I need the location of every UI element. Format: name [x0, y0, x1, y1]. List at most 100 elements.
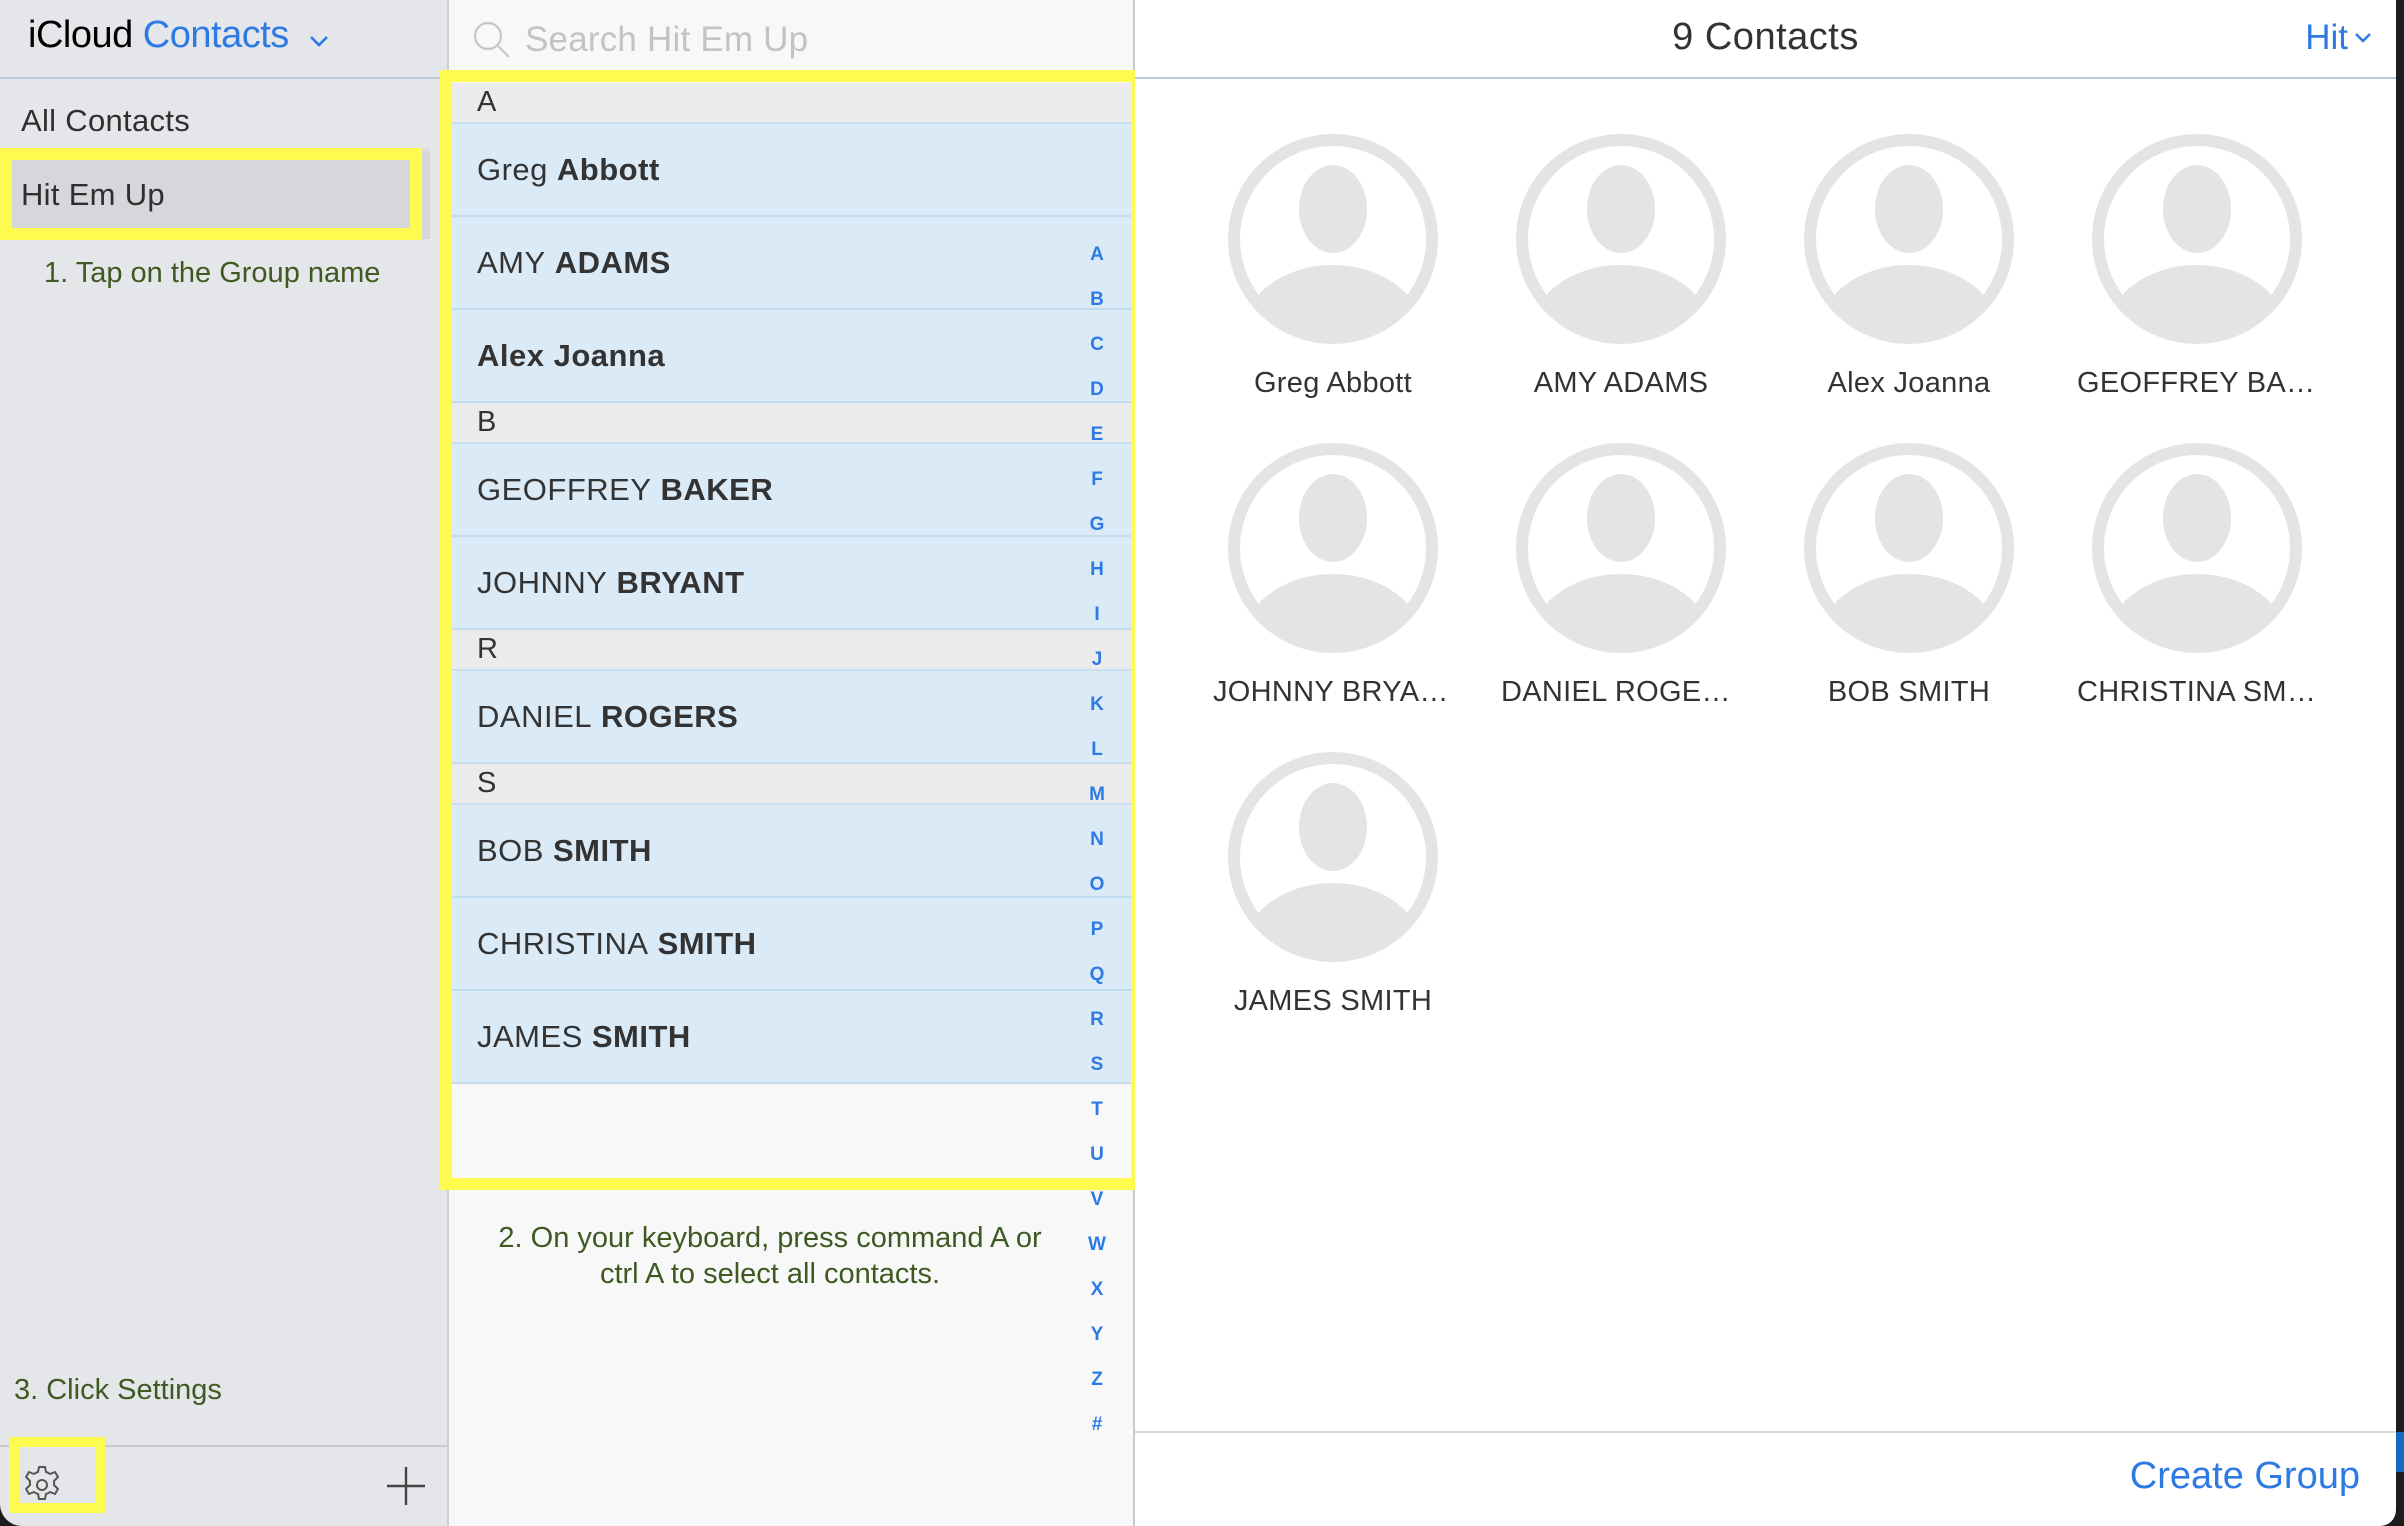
section-header: S [449, 764, 1133, 805]
index-letter[interactable]: P [1082, 907, 1112, 952]
contact-card[interactable]: Alex Joanna [1789, 133, 2029, 400]
contact-first-name: JAMES [477, 1018, 583, 1054]
sidebar-item-label: Hit Em Up [21, 177, 165, 212]
alphabet-index[interactable]: A B C D E F G H I J K L M N O P Q R S T U V W X Y Z # [1082, 232, 1112, 1447]
avatar-placeholder-icon [1516, 443, 1726, 653]
contact-last-name: Abbott [556, 151, 660, 187]
contact-count: 9 Contacts [1672, 16, 1859, 58]
avatar-placeholder-icon [1804, 134, 2014, 344]
contact-last-name: SMITH [591, 1018, 691, 1054]
search-icon [473, 21, 510, 58]
contact-card-name: BOB SMITH [1827, 676, 1991, 708]
sidebar-header: iCloud Contacts [0, 0, 447, 79]
index-letter[interactable]: O [1082, 862, 1112, 907]
index-letter[interactable]: V [1082, 1177, 1112, 1222]
contact-last-name: BRYANT [616, 564, 745, 600]
index-letter[interactable]: S [1082, 1042, 1112, 1087]
index-letter[interactable]: D [1082, 367, 1112, 412]
index-letter[interactable]: Z [1082, 1357, 1112, 1402]
index-letter[interactable]: A [1082, 232, 1112, 277]
contact-card[interactable]: AMY ADAMS [1501, 133, 1741, 400]
contact-first-name: AMY [477, 244, 546, 280]
contact-row[interactable]: JAMES SMITH [449, 991, 1133, 1084]
contact-card[interactable]: JOHNNY BRYANT [1213, 442, 1453, 709]
sidebar-item-hit-em-up[interactable]: Hit Em Up [0, 151, 430, 239]
instruction-step-2: 2. On your keyboard, press command A or … [498, 1222, 1042, 1290]
settings-button[interactable] [20, 1463, 64, 1507]
contact-card[interactable]: CHRISTINA SMITH [2077, 442, 2317, 709]
contact-card-name: JAMES SMITH [1233, 985, 1433, 1017]
contact-card-name: Alex Joanna [1827, 367, 1991, 399]
contact-last-name: SMITH [657, 925, 757, 961]
main-footer: Create Group [1135, 1431, 2396, 1526]
avatar-placeholder-icon [1804, 443, 2014, 653]
index-letter[interactable]: L [1082, 727, 1112, 772]
index-letter[interactable]: T [1082, 1087, 1112, 1132]
contact-row[interactable]: GEOFFREY BAKER [449, 444, 1133, 537]
contact-card-name: DANIEL ROGERS [1501, 676, 1741, 708]
contact-first-name: CHRISTINA [477, 925, 649, 961]
index-letter[interactable]: M [1082, 772, 1112, 817]
index-letter[interactable]: E [1082, 412, 1112, 457]
search-bar [449, 0, 1133, 79]
avatar-placeholder-icon [1228, 443, 1438, 653]
index-letter[interactable]: H [1082, 547, 1112, 592]
index-letter[interactable]: W [1082, 1222, 1112, 1267]
group-selector-label: Hit [2305, 18, 2348, 57]
search-input[interactable] [525, 19, 1085, 60]
contact-first-name: DANIEL [477, 698, 592, 734]
app-switcher[interactable]: iCloud Contacts [28, 14, 329, 58]
contact-row[interactable]: AMY ADAMS [449, 217, 1133, 310]
contact-row[interactable]: Greg Abbott [449, 124, 1133, 217]
chevron-down-icon [2355, 33, 2371, 43]
index-letter[interactable]: U [1082, 1132, 1112, 1177]
group-selector[interactable]: Hit [2305, 18, 2372, 58]
index-letter[interactable]: # [1082, 1402, 1112, 1447]
contacts-grid-pane: 9 Contacts Hit Greg Abbott AMY ADAMS Alex … [1135, 0, 2396, 1526]
index-letter[interactable]: K [1082, 682, 1112, 727]
contact-row[interactable]: Alex Joanna [449, 310, 1133, 403]
contact-last-name: BAKER [660, 471, 774, 507]
contact-card[interactable]: JAMES SMITH [1213, 751, 1453, 1018]
contact-first-name: BOB [477, 832, 544, 868]
sidebar-item-label: All Contacts [21, 102, 190, 138]
section-header: R [449, 630, 1133, 671]
contact-card[interactable]: GEOFFREY BAKER [2077, 133, 2317, 400]
index-letter[interactable]: N [1082, 817, 1112, 862]
index-letter[interactable]: J [1082, 637, 1112, 682]
contact-row[interactable]: JOHNNY BRYANT [449, 537, 1133, 630]
window-edge-accent [2396, 1432, 2404, 1472]
contact-card[interactable]: Greg Abbott [1213, 133, 1453, 400]
add-group-button[interactable] [385, 1465, 427, 1507]
index-letter[interactable]: Y [1082, 1312, 1112, 1357]
contact-card-name: AMY ADAMS [1533, 367, 1709, 399]
contact-card[interactable]: DANIEL ROGERS [1501, 442, 1741, 709]
avatar-placeholder-icon [2092, 134, 2302, 344]
index-letter[interactable]: C [1082, 322, 1112, 367]
sidebar-footer [0, 1445, 447, 1526]
index-letter[interactable]: X [1082, 1267, 1112, 1312]
contact-row[interactable]: CHRISTINA SMITH [449, 898, 1133, 991]
avatar-placeholder-icon [1228, 134, 1438, 344]
index-letter[interactable]: F [1082, 457, 1112, 502]
index-letter[interactable]: I [1082, 592, 1112, 637]
contact-card-name: CHRISTINA SMITH [2077, 676, 2317, 708]
contact-row[interactable]: BOB SMITH [449, 805, 1133, 898]
contact-card[interactable]: BOB SMITH [1789, 442, 2029, 709]
index-letter[interactable]: Q [1082, 952, 1112, 997]
contact-last-name: Alex Joanna [477, 337, 666, 373]
chevron-down-icon [309, 15, 329, 58]
instruction-step-3: 3. Click Settings [14, 1374, 222, 1406]
create-group-button[interactable]: Create Group [2130, 1455, 2360, 1498]
index-letter[interactable]: B [1082, 277, 1112, 322]
instruction-step-1: 1. Tap on the Group name [44, 257, 381, 289]
sidebar-item-all-contacts[interactable]: All Contacts [0, 92, 430, 150]
contact-row[interactable]: DANIEL ROGERS [449, 671, 1133, 764]
contact-list-pane: AGregAbbottAMYADAMSAlex JoannaBGEOFFREYB… [449, 0, 1135, 1526]
index-letter[interactable]: R [1082, 997, 1112, 1042]
section-header: A [449, 83, 1133, 124]
contact-first-name: GEOFFREY [477, 471, 652, 507]
contact-first-name: JOHNNY [477, 564, 608, 600]
index-letter[interactable]: G [1082, 502, 1112, 547]
window-edge [2396, 0, 2404, 1526]
